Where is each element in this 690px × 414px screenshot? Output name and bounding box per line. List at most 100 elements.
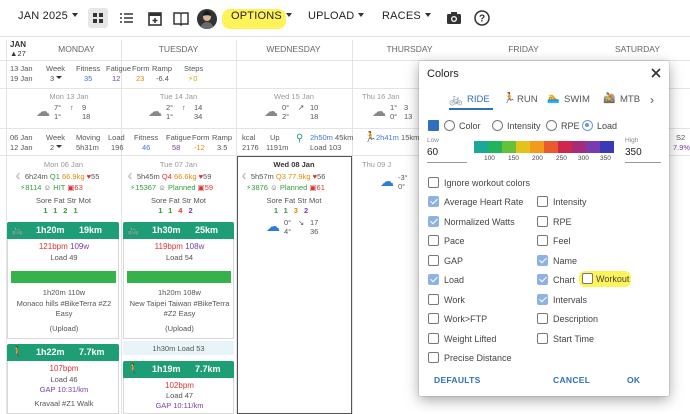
intervals-checkbox[interactable] [537, 293, 548, 305]
checkbox-label: Work>FTP [444, 314, 488, 324]
ramp-value: 3.5 [217, 143, 228, 152]
activity-chart [127, 271, 231, 283]
activity-card[interactable]: 121bpm 109w Load 49 1h20m 110w Monaco hi… [7, 239, 119, 339]
activity-card-header[interactable]: 🚶 1h19m 7.7km [123, 361, 234, 378]
close-button[interactable] [649, 66, 663, 80]
activity-metrics: 119bpm 108w [154, 242, 205, 251]
week-number[interactable]: 3 [50, 74, 63, 83]
activity-card[interactable]: 119bpm 108w Load 54 1h20m 108w New Taipe… [123, 239, 234, 339]
scale-segment [474, 141, 488, 153]
low-input[interactable]: Low 60 [427, 137, 467, 163]
name-checkbox[interactable] [537, 254, 548, 266]
cancel-button[interactable]: CANCEL [553, 375, 590, 385]
color-scale [474, 141, 614, 153]
add-event-button[interactable] [145, 8, 165, 28]
radio-label: Color [459, 121, 481, 131]
week-number[interactable]: 2 [50, 143, 63, 152]
weather-temp: 0° 2° [282, 103, 290, 121]
library-button[interactable] [171, 8, 191, 28]
s2-label: S2 [676, 133, 686, 142]
weight-lifted-checkbox[interactable] [428, 332, 439, 344]
screenshot-button[interactable] [444, 8, 464, 28]
selected-day[interactable] [237, 156, 352, 414]
precise-distance-checkbox[interactable] [428, 352, 439, 363]
scale-tick: 100 [484, 155, 495, 162]
month-label: JAN 2025 [18, 10, 68, 22]
workout-checkbox[interactable] [582, 273, 593, 284]
weather-wind-speed: 3 13 [404, 103, 413, 121]
defaults-button[interactable]: DEFAULTS [434, 375, 481, 385]
day-header: TUESDAY [158, 44, 199, 54]
month-view-button[interactable] [88, 8, 108, 28]
help-button[interactable]: ? [472, 8, 492, 28]
activity-card-header[interactable]: 🚲 1h30m 25km [123, 222, 234, 239]
day-date: Thu 09 J [362, 160, 392, 169]
chart-checkbox[interactable] [537, 274, 548, 285]
moon-icon: ☾ [128, 172, 135, 181]
radio-intensity[interactable] [492, 120, 503, 131]
steps-value: ⚡0 [188, 74, 197, 83]
avatar[interactable] [197, 9, 217, 29]
planned-workout[interactable]: 1h30m Load 53 [123, 341, 234, 355]
average-heart-rate-checkbox[interactable] [428, 196, 439, 207]
fatigue-value: 58 [172, 143, 181, 152]
radio-label: Intensity [507, 121, 541, 131]
activity-card-header[interactable]: 🚶 1h22m 7.7km [7, 344, 119, 361]
work-ftp-checkbox[interactable] [428, 313, 439, 324]
scale-segment [516, 141, 530, 153]
activity-dist: 25km [195, 225, 219, 235]
races-menu-button[interactable]: RACES [382, 10, 431, 22]
activity-card[interactable]: 102bpm Load 47 GAP 10:11/km [123, 378, 234, 414]
checkbox-label: Load [444, 275, 465, 285]
steps-num: 0 [193, 74, 198, 83]
fatigue-label: Fatigue [106, 64, 132, 73]
form-label: Form [192, 133, 210, 142]
day-header: SATURDAY [614, 44, 661, 54]
radio-load[interactable] [582, 120, 593, 131]
feel-checkbox[interactable] [537, 235, 548, 246]
weather-temp: -3° 0° [398, 173, 408, 191]
list-view-button[interactable] [116, 8, 136, 28]
steps-label: Steps [184, 64, 204, 73]
scale-tick: 150 [508, 155, 519, 162]
weather-temp: 1° 0° [390, 103, 398, 121]
description-checkbox[interactable] [537, 313, 548, 324]
grid-icon [93, 13, 103, 23]
activity-card[interactable]: 107bpm Load 46 GAP 10:31/km Kravaal #Z1 … [7, 361, 119, 414]
tab-swim[interactable]: 🏊 SWIM [547, 92, 591, 110]
scale-tick: 250 [556, 155, 567, 162]
user-avatar-icon [200, 11, 214, 29]
toolbar: JAN 2025 OPTIONS UPLOAD RACES ? [0, 0, 690, 37]
wellness-values: 1121 [43, 206, 84, 215]
tab-ride[interactable]: 🚲 RIDE [449, 92, 493, 110]
start-time-checkbox[interactable] [537, 332, 548, 344]
chevron-right-icon[interactable]: › [650, 93, 654, 107]
checkbox-label: Description [553, 314, 599, 324]
rpe-checkbox[interactable] [537, 215, 548, 227]
high-input[interactable]: High 350 [625, 137, 661, 163]
month-selector[interactable]: JAN 2025 [18, 10, 78, 22]
tab-run[interactable]: 🏃 RUN [503, 92, 538, 110]
options-menu-button[interactable]: OPTIONS [231, 10, 292, 22]
bike-icon: 🚲 [449, 94, 463, 106]
load-checkbox[interactable] [428, 274, 439, 285]
weather-date: Thu 16 Jan [362, 92, 400, 101]
pace-checkbox[interactable] [428, 235, 439, 246]
radio-rpe[interactable] [546, 120, 557, 131]
tab-mtb[interactable]: 🚵 MTB [603, 92, 641, 110]
wellness-labels: Sore Fat Str Mot [266, 196, 322, 205]
work-checkbox[interactable] [428, 293, 439, 305]
ignore-workout-colors-checkbox[interactable] [428, 177, 439, 188]
activity-card-header[interactable]: 🚲 1h20m 19km [7, 222, 119, 239]
color-swatch[interactable] [428, 120, 439, 131]
cloud-icon: ☁ [372, 103, 386, 119]
wellness-labels: Sore Fat Str Mot [35, 196, 92, 205]
chevron-down-icon [56, 145, 63, 148]
upload-menu-button[interactable]: UPLOAD [308, 10, 365, 22]
gap-checkbox[interactable] [428, 254, 439, 266]
wellness-row: ☾ 5h45m Q4 66.6kg ♥59 [128, 172, 212, 181]
radio-color[interactable] [444, 120, 455, 131]
ok-button[interactable]: OK [627, 375, 640, 385]
intensity-checkbox[interactable] [537, 196, 548, 207]
normalized-watts-checkbox[interactable] [428, 215, 439, 227]
